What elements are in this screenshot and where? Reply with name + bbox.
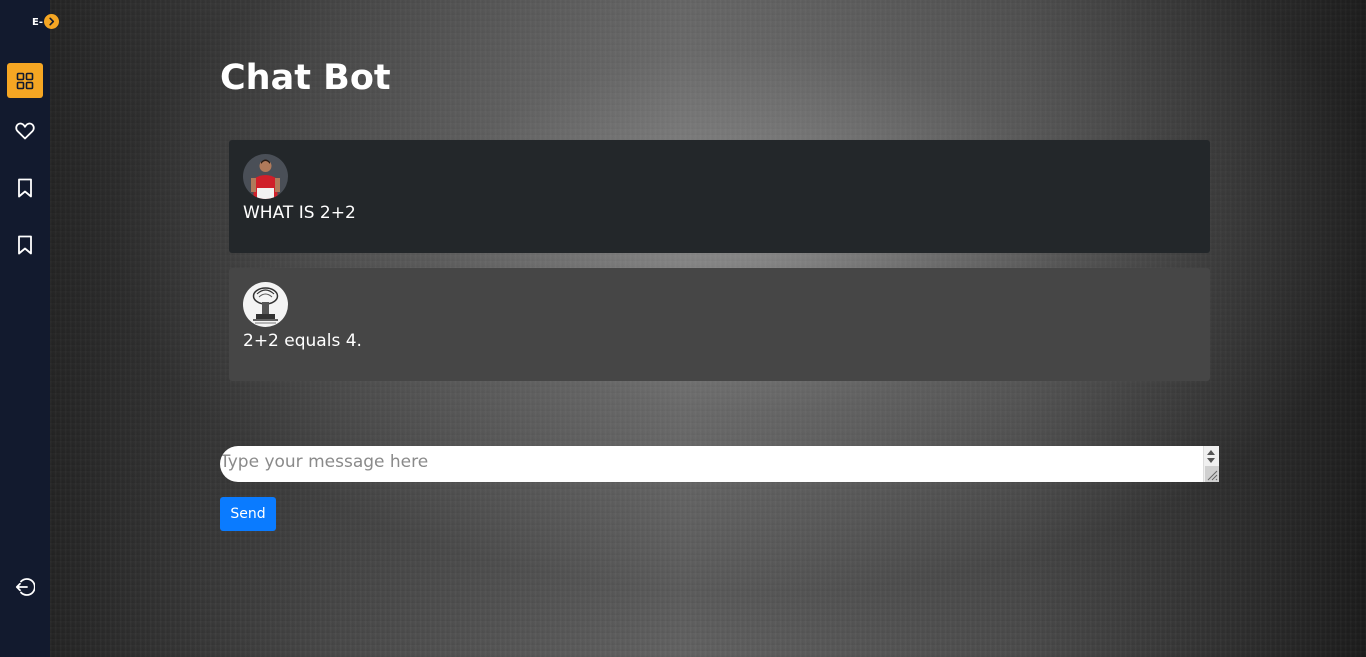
heart-icon: [15, 122, 35, 139]
scroll-down-arrow-icon[interactable]: [1207, 458, 1215, 463]
send-button[interactable]: Send: [220, 497, 276, 531]
sidebar-toggle-button[interactable]: [44, 14, 59, 29]
input-scrollbar[interactable]: [1203, 446, 1219, 482]
message-input-container: [220, 446, 1219, 482]
bot-avatar: [243, 282, 288, 327]
sidebar-item-favorites[interactable]: [7, 113, 43, 148]
message-text: WHAT IS 2+2: [243, 203, 356, 223]
chat-message-bot: 2+2 equals 4.: [229, 268, 1210, 381]
resize-handle[interactable]: [1205, 466, 1219, 482]
message-input[interactable]: [220, 446, 1203, 482]
resize-grip-icon: [1207, 470, 1218, 481]
chat-message-user: WHAT IS 2+2: [229, 140, 1210, 253]
message-text: 2+2 equals 4.: [243, 331, 362, 351]
brand-logo: E-: [32, 17, 43, 28]
logout-button[interactable]: [7, 569, 43, 604]
page-title: Chat Bot: [220, 58, 391, 98]
scroll-up-arrow-icon[interactable]: [1207, 450, 1215, 455]
sidebar: E-: [0, 0, 59, 657]
bookmark-icon: [18, 235, 32, 254]
user-avatar: [243, 154, 288, 199]
logout-icon: [15, 577, 35, 596]
bookmark-icon: [18, 178, 32, 197]
sidebar-item-dashboard[interactable]: [7, 63, 43, 98]
grid-icon: [16, 72, 34, 89]
sidebar-item-bookmarks[interactable]: [7, 170, 43, 205]
chevron-right-icon: [49, 17, 55, 26]
sidebar-item-saved[interactable]: [7, 227, 43, 262]
